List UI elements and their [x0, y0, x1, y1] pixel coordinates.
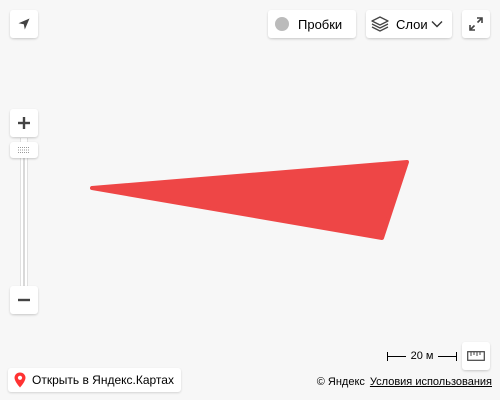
map-pin-icon: [14, 372, 26, 388]
scale-label: 20 м: [410, 350, 434, 362]
scale-line-left: [388, 355, 406, 357]
traffic-circle-icon: [275, 17, 289, 31]
zoom-slider-thumb[interactable]: [10, 142, 38, 158]
layers-label: Слои: [396, 16, 428, 32]
map-canvas[interactable]: [0, 0, 500, 400]
layers-button[interactable]: Слои: [366, 10, 452, 38]
ruler-icon: [467, 351, 485, 361]
scale-line-right: [438, 355, 457, 357]
geolocation-button[interactable]: [10, 10, 38, 38]
plus-icon: [18, 117, 30, 129]
open-in-yandex-maps-link[interactable]: Открыть в Яндекс.Картах: [8, 368, 181, 392]
copyright-text: © Яндекс: [316, 376, 365, 388]
zoom-out-button[interactable]: [10, 286, 38, 314]
open-in-yandex-maps-label: Открыть в Яндекс.Картах: [32, 373, 174, 387]
copyright-bar: © Яндекс Условия использования: [317, 375, 492, 389]
scale-tick-right: [456, 351, 458, 361]
grip-icon: [18, 147, 29, 153]
zoom-track-line: [23, 146, 25, 286]
expand-arrows-icon: [469, 17, 483, 31]
traffic-button[interactable]: Пробки: [268, 10, 356, 38]
ruler-button[interactable]: [462, 342, 490, 370]
map-area-svg: [90, 160, 409, 240]
minus-icon: [18, 298, 30, 302]
zoom-in-button[interactable]: [10, 109, 38, 137]
fullscreen-button[interactable]: [462, 10, 490, 38]
map-polygon[interactable]: [90, 160, 409, 240]
terms-link[interactable]: Условия использования: [370, 376, 492, 388]
scale-bar: 20 м: [387, 348, 458, 364]
traffic-label: Пробки: [298, 16, 343, 32]
layers-stack-icon: [371, 16, 389, 32]
chevron-down-icon: [431, 21, 443, 28]
navigation-arrow-icon: [18, 18, 30, 30]
